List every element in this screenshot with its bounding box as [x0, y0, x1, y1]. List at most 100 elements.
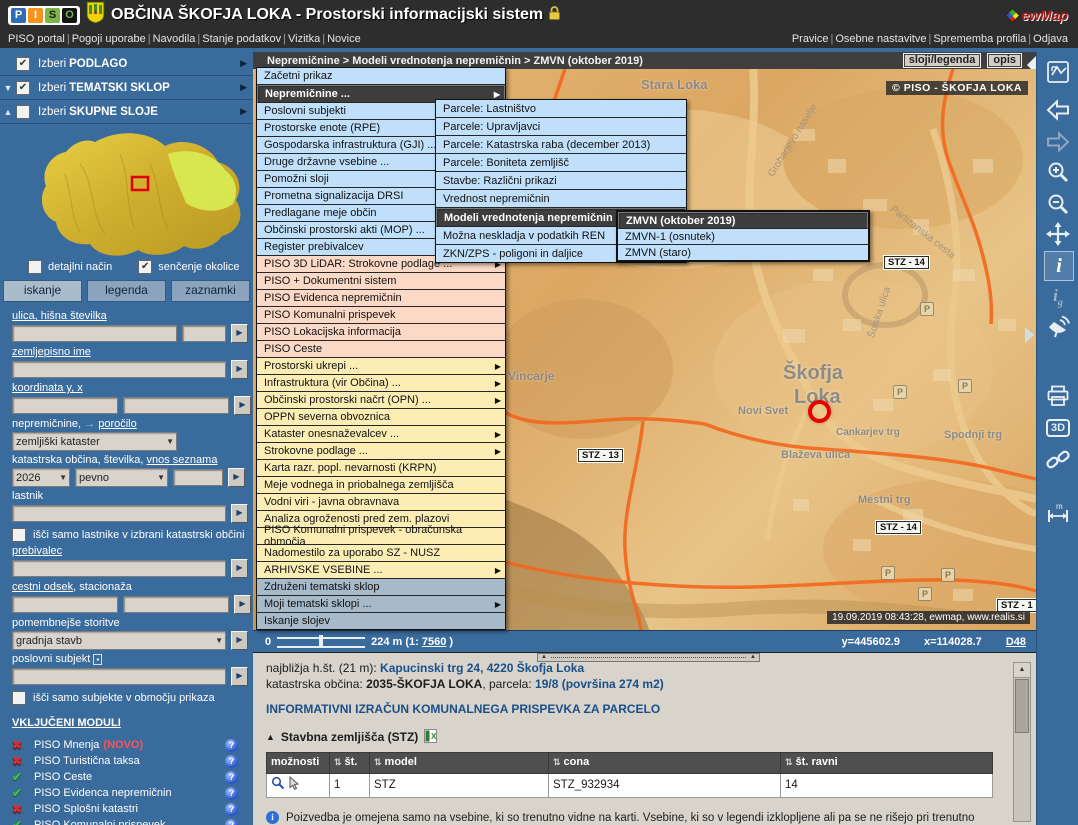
nav-link[interactable]: Navodila [153, 33, 196, 45]
owner-filter-checkbox[interactable] [12, 528, 26, 542]
print-button[interactable] [1044, 382, 1072, 410]
layer-checkbox[interactable] [16, 81, 30, 95]
module-help-button[interactable]: ? [225, 755, 238, 768]
panel-open-icon[interactable]: ▶ [240, 58, 247, 69]
business-input[interactable] [12, 668, 226, 685]
user-link[interactable]: Pravice [792, 33, 829, 45]
street-input[interactable] [12, 325, 177, 342]
module-help-button[interactable]: ? [225, 803, 238, 816]
menu-item[interactable]: Vodni viri - javna obravnava [257, 494, 505, 511]
panel-expand-icon[interactable] [1025, 327, 1034, 343]
menu-item[interactable]: ARHIVSKE VSEBINE ...▶ [257, 562, 505, 579]
description-button[interactable]: opis [987, 53, 1022, 68]
parcel-number-input[interactable] [173, 469, 223, 486]
menu-item[interactable]: Iskanje slojev [257, 613, 505, 629]
menu-item[interactable]: Občinski prostorski načrt (OPN) ...▶ [257, 392, 505, 409]
layers-legend-button[interactable]: sloji/legenda [903, 53, 982, 68]
scroll-up-icon[interactable]: ▲ [1014, 663, 1030, 678]
menu-item[interactable]: PISO Komunalni prispevek [257, 307, 505, 324]
menu-item[interactable]: Parcele: Katastrska raba (december 2013) [436, 136, 686, 154]
module-help-button[interactable]: ? [225, 819, 238, 825]
nav-link[interactable]: PISO portal [8, 33, 65, 45]
table-header[interactable]: ⇅cona [549, 753, 781, 774]
geoname-search-button[interactable]: ▶ [231, 360, 248, 379]
user-link[interactable]: Odjava [1033, 33, 1068, 45]
table-header[interactable]: ⇅model [370, 753, 549, 774]
user-link[interactable]: Sprememba profila [933, 33, 1026, 45]
table-header[interactable]: ⇅št. ravni [781, 753, 993, 774]
hillshade-checkbox[interactable] [138, 260, 152, 274]
house-number-input[interactable] [182, 325, 226, 342]
layer-panel-tematski-sklop[interactable]: ▼IzberiTEMATSKI SKLOP▶ [0, 76, 253, 100]
share-link-button[interactable] [1044, 446, 1072, 474]
business-search-button[interactable]: ▶ [231, 667, 248, 686]
menu-item[interactable]: ZMVN (staro) [618, 245, 868, 260]
menu-item[interactable]: Začetni prikaz [257, 68, 505, 85]
panel-open-icon[interactable]: ▶ [240, 106, 247, 117]
measure-button[interactable]: m [1044, 500, 1072, 528]
row-select-icon[interactable] [288, 781, 300, 793]
menu-item[interactable]: ZMVN-1 (osnutek) [618, 229, 868, 245]
menu-item[interactable]: PISO Lokacijska informacija [257, 324, 505, 341]
collapse-icon[interactable]: ▲ [0, 107, 16, 117]
scroll-thumb[interactable] [1015, 679, 1029, 733]
forward-button[interactable] [1044, 128, 1072, 156]
road-search-button[interactable]: ▶ [234, 595, 251, 614]
resident-input[interactable] [12, 560, 226, 577]
owner-search-button[interactable]: ▶ [231, 504, 248, 523]
services-search-button[interactable]: ▶ [231, 631, 248, 650]
owner-input[interactable] [12, 505, 226, 522]
menu-item[interactable]: Prostorski ukrepi ...▶ [257, 358, 505, 375]
piso-logo[interactable]: PISO [8, 6, 80, 25]
menu-item[interactable]: ZMVN (oktober 2019) [618, 212, 868, 229]
menu-item[interactable]: PISO + Dokumentni sistem [257, 273, 505, 290]
menu-item[interactable]: Parcele: Lastništvo [436, 100, 686, 118]
layer-checkbox[interactable] [16, 57, 30, 71]
menu-item[interactable]: Nadomestilo za uporabo SZ - NUSZ [257, 545, 505, 562]
ko-name-select[interactable]: pevno▼ [75, 468, 168, 487]
row-zoom-icon[interactable] [271, 781, 285, 793]
module-help-button[interactable]: ? [225, 739, 238, 752]
menu-item[interactable]: Infrastruktura (vir Občina) ...▶ [257, 375, 505, 392]
tab-zaznamki[interactable]: zaznamki [171, 280, 250, 302]
menu-item[interactable]: Kataster onesnaževalcev ...▶ [257, 426, 505, 443]
zoom-slider[interactable] [277, 637, 365, 648]
layer-panel-podlago[interactable]: IzberiPODLAGO▶ [0, 52, 253, 76]
menu-item[interactable]: Stavbe: Različni prikazi [436, 172, 686, 190]
nav-link[interactable]: Vizitka [288, 33, 320, 45]
resident-search-button[interactable]: ▶ [231, 559, 248, 578]
menu-item[interactable]: Parcele: Boniteta zemljišč [436, 154, 686, 172]
module-help-button[interactable]: ? [225, 787, 238, 800]
list-entry-link[interactable]: vnos seznama [147, 454, 218, 466]
nav-link[interactable]: Stanje podatkov [202, 33, 281, 45]
menu-item[interactable]: Združeni tematski sklop [257, 579, 505, 596]
nav-link[interactable]: Novice [327, 33, 361, 45]
tab-iskanje[interactable]: iskanje [3, 280, 82, 302]
detail-mode-checkbox[interactable] [28, 260, 42, 274]
road-section-input[interactable] [12, 596, 118, 613]
cadastre-type-select[interactable]: zemljiški kataster▼ [12, 432, 177, 451]
table-header[interactable]: možnosti [267, 753, 330, 774]
nav-link[interactable]: Pogoji uporabe [72, 33, 146, 45]
layer-panel-skupne-sloje[interactable]: ▲IzberiSKUPNE SLOJE▶ [0, 100, 253, 124]
menu-item[interactable]: PISO Ceste [257, 341, 505, 358]
coordinate-y-input[interactable] [12, 397, 118, 414]
panel-scrollbar[interactable]: ▲ [1013, 662, 1031, 822]
business-filter-checkbox[interactable] [12, 691, 26, 705]
parcel-link[interactable]: 19/8 (površina 274 m2) [535, 677, 664, 691]
geoname-input[interactable] [12, 361, 226, 378]
collapse-icon[interactable]: ▼ [0, 83, 16, 93]
address-link[interactable]: Kapucinski trg 24, 4220 Škofja Loka [380, 661, 584, 675]
user-link[interactable]: Osebne nastavitve [835, 33, 926, 45]
pan-button[interactable] [1044, 220, 1072, 248]
excel-export-icon[interactable]: X [424, 729, 437, 748]
menu-item[interactable]: PISO Evidenca nepremičnin [257, 290, 505, 307]
menu-item[interactable]: Moji tematski sklopi ...▶ [257, 596, 505, 613]
overview-map[interactable] [0, 124, 253, 258]
zoom-in-button[interactable] [1044, 158, 1072, 186]
layer-checkbox[interactable] [16, 105, 30, 119]
gps-button[interactable] [1044, 313, 1072, 341]
module-help-button[interactable]: ? [225, 771, 238, 784]
section-collapse-icon[interactable]: ▲ [266, 730, 275, 746]
menu-item[interactable]: Parcele: Upravljavci [436, 118, 686, 136]
